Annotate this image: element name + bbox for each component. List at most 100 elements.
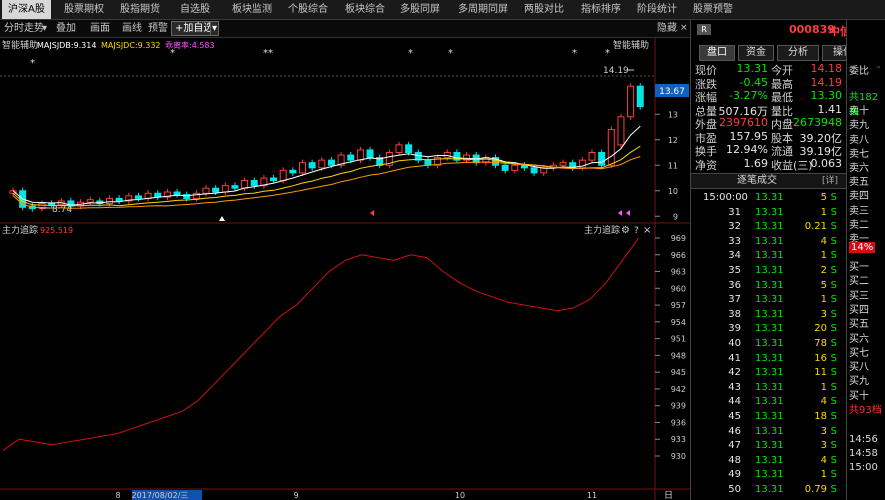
tab-handicap[interactable]: 盘口	[699, 45, 735, 61]
close-panel-icon[interactable]: ×	[680, 20, 688, 37]
trade-row: 37 13.31 1 S	[691, 294, 841, 309]
trade-row: 47 13.31 3 S	[691, 440, 841, 455]
strip-time: 14:56	[849, 434, 878, 445]
toolbar-draw[interactable]: 画线	[122, 20, 142, 37]
y-tick-label: 942	[671, 385, 686, 394]
tab-9[interactable]: 两股对比	[524, 0, 564, 19]
trade-cell: 4	[820, 396, 827, 408]
trade-cell: 40	[728, 338, 741, 349]
candle-body	[530, 167, 538, 174]
trade-cell: 44	[728, 396, 741, 408]
add-watchlist-dropdown-icon[interactable]: ▾	[210, 21, 220, 36]
y-tick-label: 957	[671, 301, 686, 310]
star-mark: *	[30, 58, 35, 69]
candle-body	[405, 144, 413, 153]
tab-6[interactable]: 板块综合	[345, 0, 385, 19]
candle-body	[202, 187, 210, 194]
y-tick-label: 966	[671, 251, 686, 260]
tab-3[interactable]: 自选股	[180, 0, 210, 19]
toolbar-screen[interactable]: 画面	[90, 20, 110, 37]
settings-gear-icon[interactable]: ⚙	[621, 225, 630, 236]
strip-sell-level: 卖十	[849, 106, 869, 118]
tab-4[interactable]: 板块监测	[232, 0, 272, 19]
y-tick-label: 10	[668, 187, 678, 196]
strip-sell-level: 卖五	[849, 177, 869, 189]
quote-value: 2673948	[793, 116, 842, 129]
help-icon[interactable]: ?	[634, 226, 639, 236]
tab-0[interactable]: 沪深A股	[2, 0, 51, 19]
star-mark: *	[605, 48, 610, 59]
y-tick-label: 9	[673, 212, 678, 221]
trade-cell: S	[830, 338, 837, 349]
tab-11[interactable]: 阶段统计	[637, 0, 677, 19]
strip-sell-level: 卖七	[849, 148, 869, 160]
close-indicator-icon[interactable]: ×	[643, 225, 651, 236]
trade-cell: S	[830, 352, 837, 364]
trade-cell: 13.31	[755, 484, 784, 495]
trade-cell: 13.31	[755, 235, 784, 247]
candle-body	[327, 159, 335, 166]
trade-row: 42 13.31 11 S	[691, 367, 841, 382]
trade-cell: 45	[728, 411, 741, 422]
strip-weibi-value: -	[877, 62, 881, 73]
trade-cell: 37	[728, 294, 741, 306]
tab-12[interactable]: 股票预警	[693, 0, 733, 19]
trade-cell: S	[830, 265, 837, 276]
toolbar-intraday[interactable]: 分时走势	[4, 20, 44, 37]
tab-1[interactable]: 股票期权	[64, 0, 104, 19]
hide-panel-button[interactable]: 隐藏	[657, 20, 677, 37]
period-corner[interactable]: 日	[664, 490, 673, 500]
tab-7[interactable]: 多股同屏	[400, 0, 440, 19]
trade-cell: 49	[728, 469, 741, 481]
tab-capital[interactable]: 资金	[738, 45, 774, 61]
x-axis-label: 11	[587, 491, 597, 500]
quote-value: 13.31	[736, 62, 769, 75]
trade-cell: S	[830, 323, 837, 335]
candle-body	[588, 152, 596, 161]
toolbar-overlay[interactable]: 叠加	[56, 20, 76, 37]
trade-cell: 31	[728, 206, 741, 218]
trade-cell: 13.31	[755, 294, 784, 306]
trade-cell: S	[830, 367, 837, 379]
strip-buy-level: 买六	[849, 333, 869, 345]
trade-cell: 2	[820, 265, 827, 276]
y-tick-label: 948	[671, 351, 686, 360]
kline-chart-area[interactable]: 14131211109 9699669639609579549519489459…	[0, 38, 690, 500]
strip-pct-badge: 14%	[849, 242, 876, 253]
trade-row: 36 13.31 5 S	[691, 280, 841, 295]
trade-cell: S	[830, 294, 837, 306]
toolbar-alert[interactable]: 预警	[148, 20, 168, 37]
trades-detail-link[interactable]: [详]	[822, 174, 838, 188]
lower-right-name: 主力追踪	[584, 224, 620, 236]
trade-cell: 13.31	[755, 206, 784, 218]
candle-body	[501, 164, 509, 171]
trade-row: 40 13.31 78 S	[691, 338, 841, 353]
tab-2[interactable]: 股指期货	[120, 0, 160, 19]
trade-row: 50 13.31 0.79 S	[691, 484, 841, 499]
candle-body	[134, 195, 142, 199]
trade-cell: 3	[820, 440, 827, 452]
toolbar-overlay-icon[interactable]: ▾	[42, 20, 47, 37]
tab-5[interactable]: 个股综合	[288, 0, 328, 19]
y-tick-label: 939	[671, 402, 686, 411]
trade-cell: 13.31	[755, 265, 784, 276]
quote-value: 14.18	[810, 62, 843, 75]
trade-cell: S	[830, 192, 837, 203]
strip-sell-level: 卖四	[849, 191, 869, 203]
tab-10[interactable]: 指标排序	[581, 0, 621, 19]
trade-cell: 13.31	[755, 396, 784, 408]
strip-buy-level: 买七	[849, 347, 869, 359]
tab-analysis[interactable]: 分析	[777, 45, 819, 61]
trade-cell: 13.31	[755, 440, 784, 452]
strip-sell-level: 卖八	[849, 134, 869, 146]
trade-cell: 13.31	[755, 221, 784, 233]
tab-8[interactable]: 多周期同屏	[458, 0, 508, 19]
trade-cell: S	[830, 250, 837, 262]
candle-body	[289, 169, 297, 174]
x-axis-label: 2017/08/02/三	[132, 491, 189, 500]
candle-body	[154, 192, 162, 198]
trade-cell: S	[830, 454, 837, 466]
lower-indicator-name: 主力追踪	[2, 224, 38, 236]
trade-cell: S	[830, 381, 837, 393]
candle-body	[241, 180, 249, 189]
